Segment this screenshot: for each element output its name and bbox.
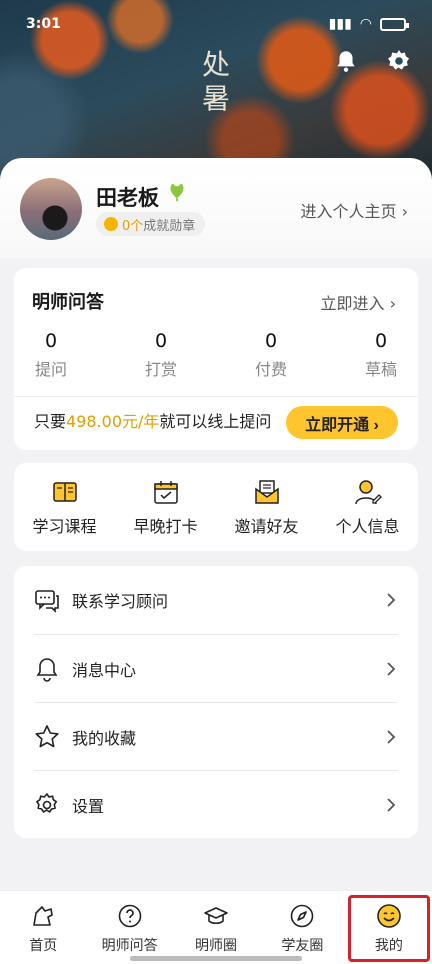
- promo-prefix: 只要: [34, 412, 67, 431]
- quick-actions-card: 学习课程 早晚打卡 邀请好友 个人信息: [14, 463, 418, 551]
- settings-gear-icon[interactable]: [386, 48, 412, 74]
- profile-section: 田老板 0个 成就勋章 进入个人主页 ›: [0, 158, 432, 258]
- stat-label: 草稿: [364, 360, 397, 379]
- action-check-in[interactable]: 早晚打卡: [115, 463, 216, 551]
- action-study-courses[interactable]: 学习课程: [14, 463, 115, 551]
- signal-icon: ▮▮▮: [328, 16, 352, 32]
- stat-value: 0: [44, 330, 58, 352]
- nav-label: 我的: [374, 938, 403, 954]
- action-label: 个人信息: [335, 517, 400, 536]
- promo-text: 只要498.00元/年就可以线上提问: [34, 408, 271, 436]
- nav-label: 学友圈: [281, 938, 324, 954]
- menu-item-favorites[interactable]: 我的收藏: [34, 702, 398, 770]
- home-indicator[interactable]: [130, 956, 302, 961]
- question-icon: [118, 904, 141, 928]
- stat-label: 打赏: [144, 360, 177, 379]
- qa-card: 明师问答 立即进入 › 0 提问 0 打赏 0 付费 0 草稿 只要498.00…: [14, 268, 418, 450]
- status-time: 3:01: [26, 16, 61, 32]
- status-icons: ▮▮▮ ◠: [328, 16, 409, 32]
- badge-label: 成就勋章: [143, 218, 196, 234]
- home-icon: [33, 906, 54, 926]
- menu-item-label: 消息中心: [72, 660, 137, 680]
- menu-item-settings[interactable]: 设置: [34, 770, 398, 838]
- nav-classmate-circle[interactable]: 学友圈: [259, 891, 345, 964]
- nav-label: 首页: [29, 938, 58, 954]
- calendar-check-icon: [153, 481, 178, 504]
- bell-icon: [36, 657, 58, 682]
- promo-suffix: 就可以线上提问: [159, 412, 272, 431]
- battery-icon: [380, 17, 409, 31]
- wifi-icon: ◠: [359, 16, 372, 32]
- medal-icon: [104, 217, 118, 231]
- stat-label: 付费: [254, 360, 287, 379]
- nav-qa[interactable]: 明师问答: [86, 891, 172, 964]
- notification-bell-icon[interactable]: [333, 48, 359, 74]
- open-membership-button[interactable]: 立即开通 ›: [286, 406, 398, 439]
- chat-icon: [35, 590, 59, 613]
- compass-icon: [291, 904, 314, 928]
- stat-paid[interactable]: 0 付费: [236, 330, 306, 380]
- chevron-right-icon: [387, 797, 396, 812]
- achievement-badge[interactable]: 0个 成就勋章: [96, 212, 206, 236]
- graduation-cap-icon: [204, 907, 228, 925]
- action-label: 学习课程: [32, 517, 97, 536]
- nav-label: 明师问答: [101, 938, 158, 954]
- enter-homepage-link[interactable]: 进入个人主页 ›: [301, 198, 409, 222]
- nav-label: 明师圈: [195, 938, 238, 954]
- stat-questions[interactable]: 0 提问: [16, 330, 86, 380]
- stat-label: 提问: [34, 360, 67, 379]
- menu-item-label: 设置: [72, 796, 105, 816]
- nav-home[interactable]: 首页: [0, 891, 86, 964]
- nav-mine[interactable]: 我的: [346, 891, 432, 964]
- action-label: 早晚打卡: [133, 517, 198, 536]
- chevron-right-icon: [387, 593, 396, 607]
- user-name: 田老板: [96, 186, 159, 210]
- stat-value: 0: [374, 330, 388, 352]
- nav-teacher-circle[interactable]: 明师圈: [173, 891, 259, 964]
- menu-item-contact-advisor[interactable]: 联系学习顾问: [34, 566, 398, 634]
- chevron-right-icon: [387, 661, 396, 676]
- qa-title: 明师问答: [32, 292, 104, 313]
- user-edit-icon: [354, 480, 382, 505]
- badge-count: 0个: [122, 218, 144, 234]
- qa-enter-link[interactable]: 立即进入 ›: [321, 290, 397, 314]
- stat-value: 0: [264, 330, 278, 352]
- stat-drafts[interactable]: 0 草稿: [346, 330, 416, 380]
- smiley-icon: [377, 904, 401, 928]
- book-icon: [52, 482, 77, 502]
- envelope-icon: [254, 480, 279, 504]
- status-bar: 3:01 ▮▮▮ ◠: [0, 0, 432, 48]
- chevron-right-icon: [387, 729, 396, 744]
- action-label: 邀请好友: [234, 517, 299, 536]
- banner-calligraphy: 处暑: [201, 48, 230, 115]
- action-personal-info[interactable]: 个人信息: [317, 463, 418, 551]
- menu-item-label: 我的收藏: [72, 728, 137, 748]
- gear-icon: [36, 792, 58, 813]
- avatar[interactable]: [20, 178, 82, 240]
- promo-price: 498.00元/年: [66, 412, 160, 431]
- menu-item-message-center[interactable]: 消息中心: [34, 634, 398, 702]
- bottom-nav: 首页 明师问答 明师圈 学友圈 我的: [0, 890, 432, 964]
- stat-value: 0: [154, 330, 168, 352]
- menu-list-card: 联系学习顾问 消息中心 我的收藏 设置: [14, 566, 418, 838]
- action-invite-friends[interactable]: 邀请好友: [216, 463, 317, 551]
- ginkgo-leaf-icon: [170, 183, 184, 202]
- stat-rewards[interactable]: 0 打赏: [126, 330, 196, 380]
- star-icon: [35, 724, 59, 747]
- divider: [14, 396, 418, 397]
- menu-item-label: 联系学习顾问: [72, 592, 169, 611]
